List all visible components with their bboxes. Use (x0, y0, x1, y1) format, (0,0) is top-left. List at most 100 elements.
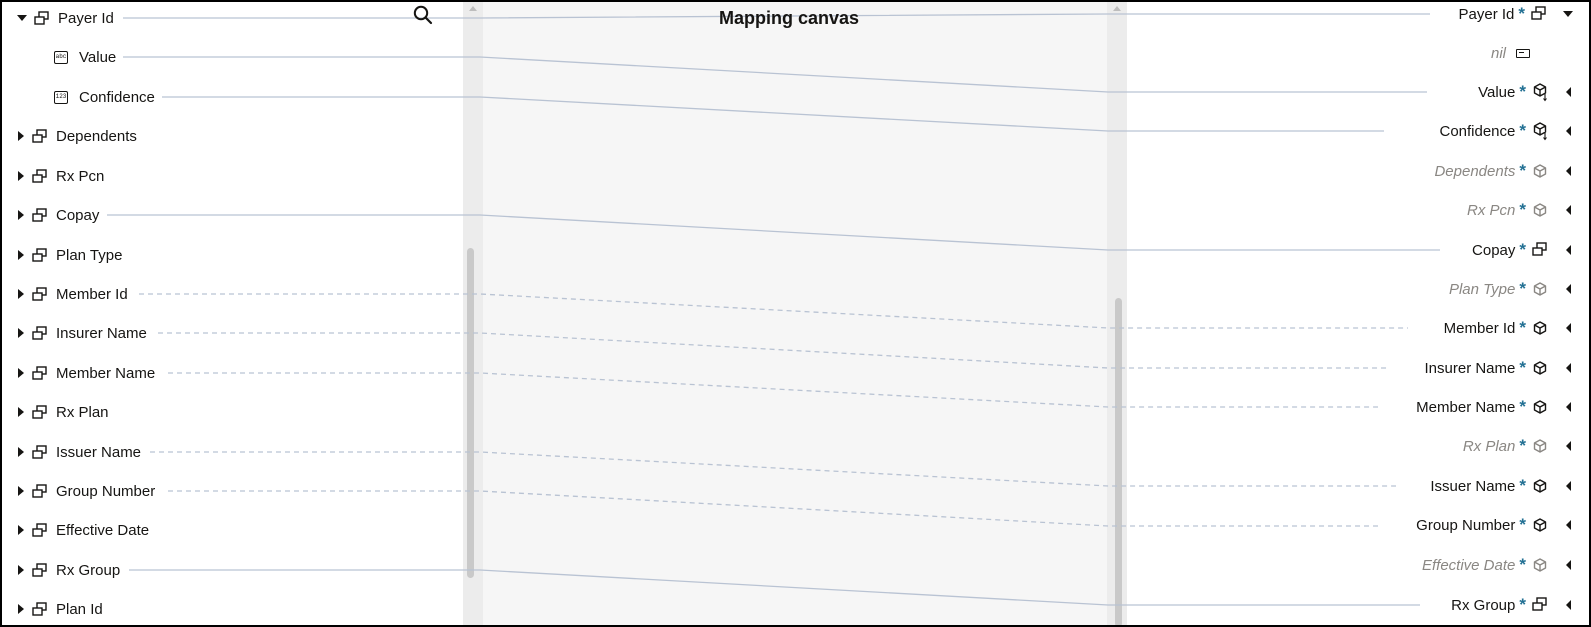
expand-caret-icon[interactable] (18, 289, 24, 299)
object-icon (32, 366, 47, 380)
mapping-line-rx-group[interactable] (129, 569, 1420, 606)
source-field-label: Rx Pcn (56, 167, 105, 185)
source-field-label: Value (79, 48, 117, 66)
canvas-title: Mapping canvas (719, 8, 860, 28)
source-field-row[interactable]: Plan Id (0, 597, 103, 621)
source-field-row[interactable]: Issuer Name (0, 440, 141, 464)
collapse-caret-icon[interactable] (17, 15, 27, 21)
expand-caret-icon[interactable] (18, 131, 24, 141)
expand-caret-icon[interactable] (1566, 560, 1571, 570)
collapse-caret-icon[interactable] (1563, 11, 1573, 17)
required-asterisk: * (1519, 82, 1526, 101)
source-field-row[interactable]: Member Name (0, 361, 155, 385)
target-field-row[interactable]: Issuer Name * (1430, 474, 1591, 498)
target-field-row[interactable]: Copay * (1472, 238, 1591, 262)
mapping-line-insurer-name[interactable] (158, 332, 1389, 369)
target-field-row[interactable]: Value * (1478, 80, 1591, 104)
target-field-row[interactable]: Confidence * (1439, 119, 1591, 143)
source-field-row[interactable]: Rx Group (0, 558, 120, 582)
mapping-line-issuer-name[interactable] (150, 451, 1396, 487)
target-field-row[interactable]: Insurer Name * (1425, 356, 1591, 380)
source-field-row[interactable]: Rx Plan (0, 400, 109, 424)
expand-caret-icon[interactable] (18, 171, 24, 181)
expand-caret-icon[interactable] (1566, 520, 1571, 530)
source-field-row[interactable]: Effective Date (0, 518, 149, 542)
mapping-line-copay[interactable] (107, 214, 1440, 251)
target-field-row[interactable]: Effective Date * (1422, 553, 1591, 577)
expand-caret-icon[interactable] (1566, 126, 1571, 136)
mapping-line-confidence[interactable] (162, 96, 1384, 132)
expand-caret-icon[interactable] (18, 407, 24, 417)
expand-caret-icon[interactable] (1566, 600, 1571, 610)
target-field-row[interactable]: nil (1491, 41, 1591, 65)
target-field-label: Value (1478, 83, 1516, 101)
expand-caret-icon[interactable] (1566, 323, 1571, 333)
expand-caret-icon[interactable] (1566, 205, 1571, 215)
source-field-label: Issuer Name (56, 443, 142, 461)
expand-caret-icon[interactable] (18, 447, 24, 457)
target-field-row[interactable]: Member Id * (1444, 316, 1591, 340)
source-field-row[interactable]: Dependents (0, 124, 137, 148)
expand-caret-icon[interactable] (18, 604, 24, 614)
expand-caret-icon[interactable] (18, 210, 24, 220)
source-field-row[interactable]: Rx Pcn (0, 164, 104, 188)
expand-caret-icon[interactable] (18, 525, 24, 535)
required-asterisk: * (1519, 436, 1526, 455)
source-field-label: Plan Type (56, 246, 123, 264)
expand-caret-icon[interactable] (1566, 245, 1571, 255)
object-icon (32, 129, 47, 143)
expand-caret-icon[interactable] (1566, 402, 1571, 412)
number-type-icon: 123 (54, 90, 68, 104)
source-field-row[interactable]: Insurer Name (0, 321, 147, 345)
expand-caret-icon[interactable] (1566, 284, 1571, 294)
target-field-row[interactable]: Member Name * (1416, 395, 1591, 419)
target-field-row[interactable]: Dependents * (1434, 159, 1591, 183)
object-icon (32, 563, 47, 577)
target-field-row[interactable]: Rx Pcn * (1467, 198, 1591, 222)
expand-caret-icon[interactable] (1566, 481, 1571, 491)
source-field-row[interactable]: Member Id (0, 282, 128, 306)
object-icon (1531, 6, 1547, 22)
mapping-line-member-name[interactable] (168, 372, 1378, 408)
target-field-label: Payer Id (1458, 5, 1515, 23)
mapping-line-value[interactable] (123, 56, 1427, 93)
source-field-row[interactable]: Copay (0, 203, 99, 227)
required-asterisk: * (1519, 121, 1526, 140)
expand-caret-icon[interactable] (1566, 441, 1571, 451)
nil-label: nil (1490, 44, 1506, 62)
search-icon[interactable] (412, 4, 434, 26)
object-icon (32, 445, 47, 459)
target-field-label: Dependents (1434, 162, 1516, 180)
source-field-row[interactable]: abc Value (0, 45, 116, 69)
expand-caret-icon[interactable] (1566, 166, 1571, 176)
target-field-row[interactable]: Rx Group * (1451, 593, 1591, 617)
required-asterisk: * (1519, 358, 1526, 377)
expand-caret-icon[interactable] (18, 486, 24, 496)
cube-icon (1532, 320, 1548, 336)
expand-caret-icon[interactable] (18, 565, 24, 575)
string-type-icon: abc (54, 50, 68, 64)
expand-caret-icon[interactable] (18, 250, 24, 260)
object-icon (1532, 597, 1548, 613)
source-field-row[interactable]: Group Number (0, 479, 155, 503)
target-field-label: Effective Date (1421, 556, 1516, 574)
mapped-variable-icon (1532, 121, 1548, 141)
source-field-row[interactable]: 123 Confidence (0, 85, 155, 109)
expand-caret-icon[interactable] (1566, 363, 1571, 373)
mapping-line-group-number[interactable] (168, 490, 1378, 527)
required-asterisk: * (1519, 161, 1526, 180)
cube-icon (1532, 281, 1548, 297)
source-field-label: Effective Date (56, 521, 150, 539)
mapping-line-member-id[interactable] (139, 293, 1408, 329)
target-field-row[interactable]: Payer Id * (1459, 2, 1591, 26)
expand-caret-icon[interactable] (18, 368, 24, 378)
target-field-label: Rx Pcn (1467, 201, 1516, 219)
target-field-row[interactable]: Rx Plan * (1463, 434, 1591, 458)
target-field-row[interactable]: Group Number * (1416, 513, 1591, 537)
nil-icon[interactable] (1516, 48, 1530, 58)
source-field-row[interactable]: Plan Type (0, 243, 122, 267)
expand-caret-icon[interactable] (1566, 87, 1571, 97)
source-field-row[interactable]: Payer Id (0, 6, 114, 30)
expand-caret-icon[interactable] (18, 328, 24, 338)
target-field-row[interactable]: Plan Type * (1449, 277, 1591, 301)
